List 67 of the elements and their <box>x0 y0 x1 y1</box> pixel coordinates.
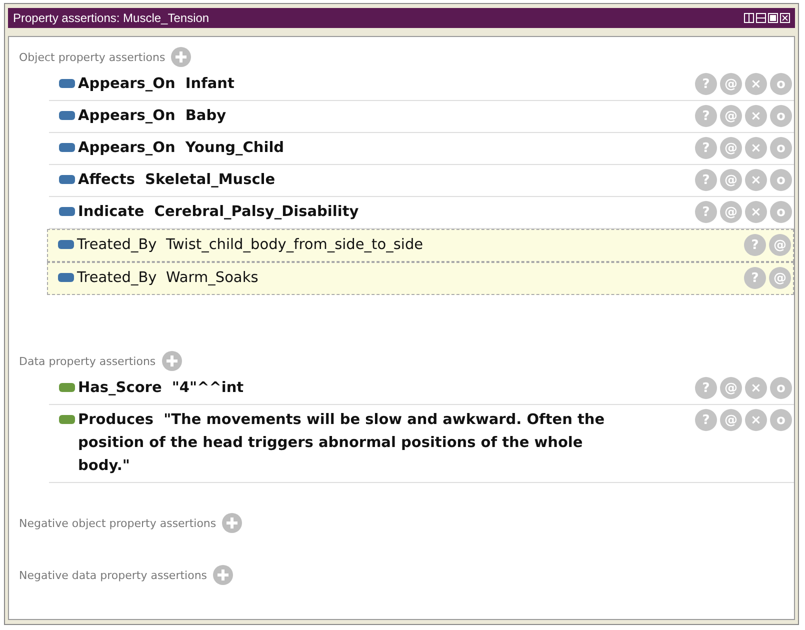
assertion-text: Produces "The movements will be slow and awkward. Often the position of the head triggers abnormal positions of the whole body." <box>78 411 606 476</box>
assertion-row[interactable]: Appears_On Young_Child ? @ × o <box>49 133 794 165</box>
property-marker-icon <box>59 207 75 216</box>
row-action-button[interactable]: @ <box>720 73 742 95</box>
assertion-row[interactable]: Treated_By Twist_child_body_from_side_to_side ? @ <box>47 229 794 262</box>
row-action-button[interactable]: × <box>745 137 767 159</box>
section-title: Negative object property assertions <box>19 516 216 530</box>
assertion-text: Appears_On Infant <box>78 75 236 94</box>
close-icon[interactable] <box>780 13 790 23</box>
row-action-button[interactable]: @ <box>720 201 742 223</box>
assertion-text: Has_Score "4"^^int <box>78 379 245 398</box>
assertion-text: Indicate Cerebral_Palsy_Disability <box>78 203 360 222</box>
property-marker-icon <box>59 383 75 392</box>
row-action-button[interactable]: @ <box>720 409 742 431</box>
property-marker-icon <box>59 415 75 424</box>
row-action-button[interactable]: o <box>770 105 792 127</box>
row-action-button[interactable]: ? <box>744 267 766 289</box>
row-action-button[interactable]: ? <box>695 169 717 191</box>
row-action-button[interactable]: @ <box>769 234 791 256</box>
assertion-text: Treated_By Twist_child_body_from_side_to_side <box>77 236 424 255</box>
row-action-button[interactable]: ? <box>695 409 717 431</box>
assertion-text: Treated_By Warm_Soaks <box>77 269 260 288</box>
assertion-row[interactable]: Treated_By Warm_Soaks ? @ <box>47 262 794 295</box>
row-action-button[interactable]: @ <box>720 137 742 159</box>
row-action-button[interactable]: o <box>770 169 792 191</box>
row-action-button[interactable]: × <box>745 73 767 95</box>
maximize-icon[interactable] <box>768 13 778 23</box>
section-title: Negative data property assertions <box>19 568 208 582</box>
assertion-row[interactable]: Appears_On Infant ? @ × o <box>49 69 794 101</box>
row-action-button[interactable]: o <box>770 73 792 95</box>
property-marker-icon <box>59 143 75 152</box>
row-action-button[interactable]: @ <box>720 377 742 399</box>
row-action-button[interactable]: ? <box>695 105 717 127</box>
assertion-text: Affects Skeletal_Muscle <box>78 171 276 190</box>
section-title: Object property assertions <box>19 50 166 64</box>
assertion-row[interactable]: Has_Score "4"^^int ? @ × o <box>49 373 794 405</box>
row-action-button[interactable]: ? <box>695 73 717 95</box>
row-action-button[interactable]: ? <box>695 377 717 399</box>
property-marker-icon <box>58 240 74 249</box>
window-title: Property assertions: Muscle_Tension <box>13 11 210 25</box>
row-action-button[interactable]: × <box>745 105 767 127</box>
row-action-button[interactable]: @ <box>720 105 742 127</box>
section-title: Data property assertions <box>19 354 156 368</box>
row-action-button[interactable]: o <box>770 377 792 399</box>
row-action-button[interactable]: × <box>745 201 767 223</box>
row-action-button[interactable]: o <box>770 137 792 159</box>
assertion-row[interactable]: Appears_On Baby ? @ × o <box>49 101 794 133</box>
split-horizontal-icon[interactable] <box>756 13 766 23</box>
row-action-button[interactable]: o <box>770 409 792 431</box>
assertion-text: Appears_On Baby <box>78 107 228 126</box>
split-vertical-icon[interactable] <box>744 13 754 23</box>
property-marker-icon <box>59 79 75 88</box>
assertion-row[interactable]: Affects Skeletal_Muscle ? @ × o <box>49 165 794 197</box>
row-action-button[interactable]: × <box>745 409 767 431</box>
row-action-button[interactable]: @ <box>769 267 791 289</box>
property-marker-icon <box>58 273 74 282</box>
row-action-button[interactable]: o <box>770 201 792 223</box>
assertion-text: Appears_On Young_Child <box>78 139 286 158</box>
row-action-button[interactable]: × <box>745 377 767 399</box>
row-action-button[interactable]: × <box>745 169 767 191</box>
row-action-button[interactable]: ? <box>695 137 717 159</box>
row-action-button[interactable]: @ <box>720 169 742 191</box>
row-action-button[interactable]: ? <box>695 201 717 223</box>
property-marker-icon <box>59 111 75 120</box>
property-marker-icon <box>59 175 75 184</box>
assertion-row[interactable]: Produces "The movements will be slow and awkward. Often the position of the head triggers abnormal positions of the whole body." ? @ × o <box>49 405 794 483</box>
row-action-button[interactable]: ? <box>744 234 766 256</box>
